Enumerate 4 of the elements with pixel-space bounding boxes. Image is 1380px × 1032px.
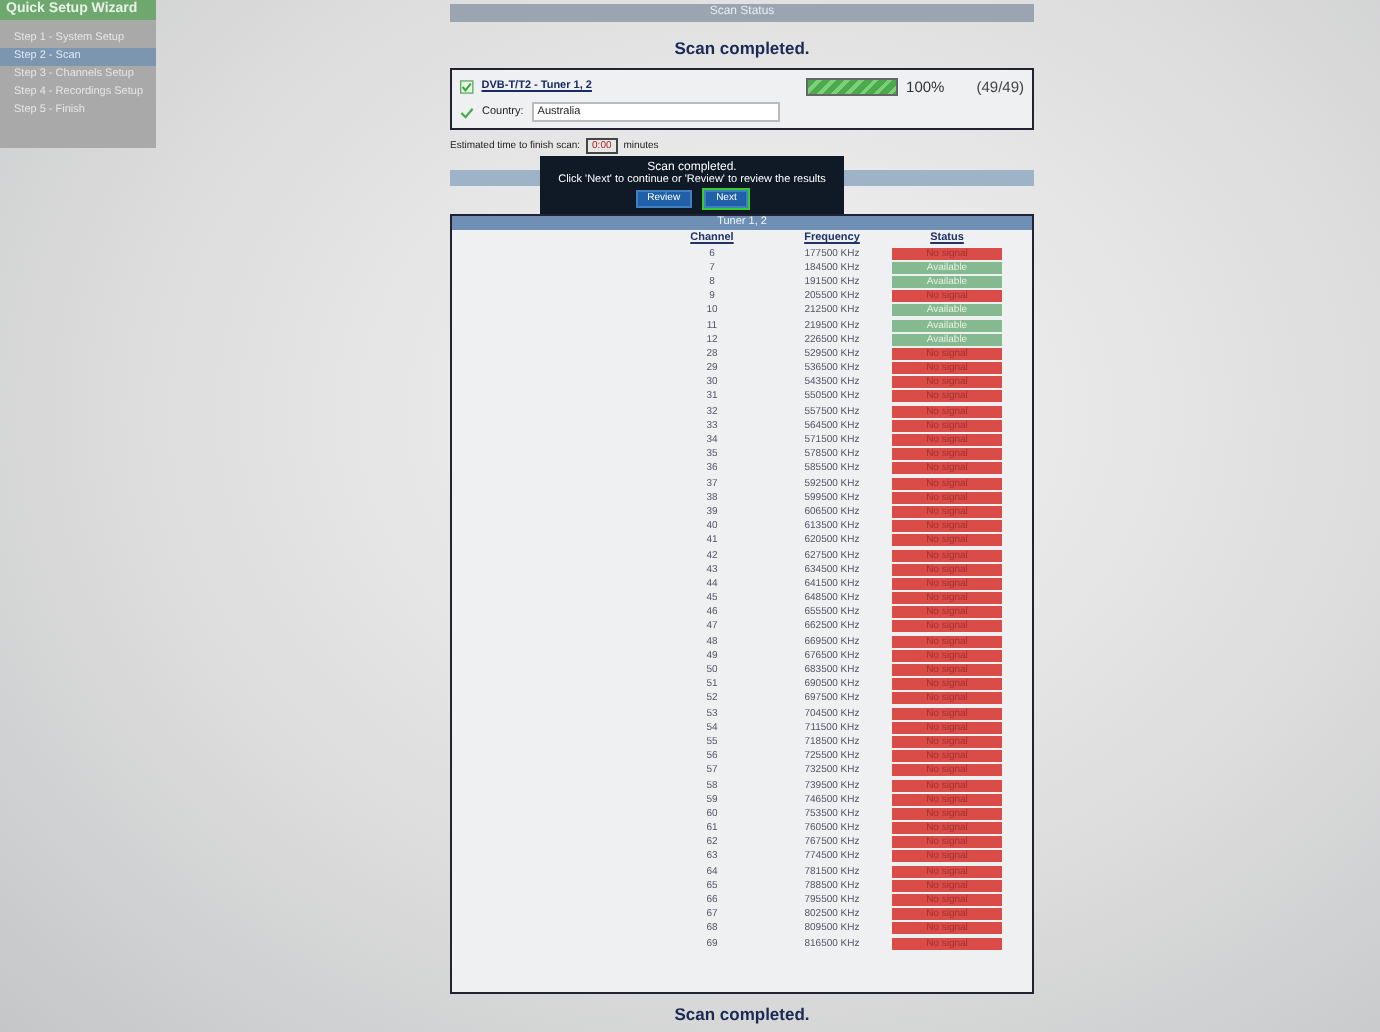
scan-status-footer: Scan completed. — [450, 1004, 1034, 1024]
scan-status-title: Scan completed. — [672, 38, 812, 58]
check-icon — [460, 79, 474, 93]
check-icon — [460, 105, 474, 119]
